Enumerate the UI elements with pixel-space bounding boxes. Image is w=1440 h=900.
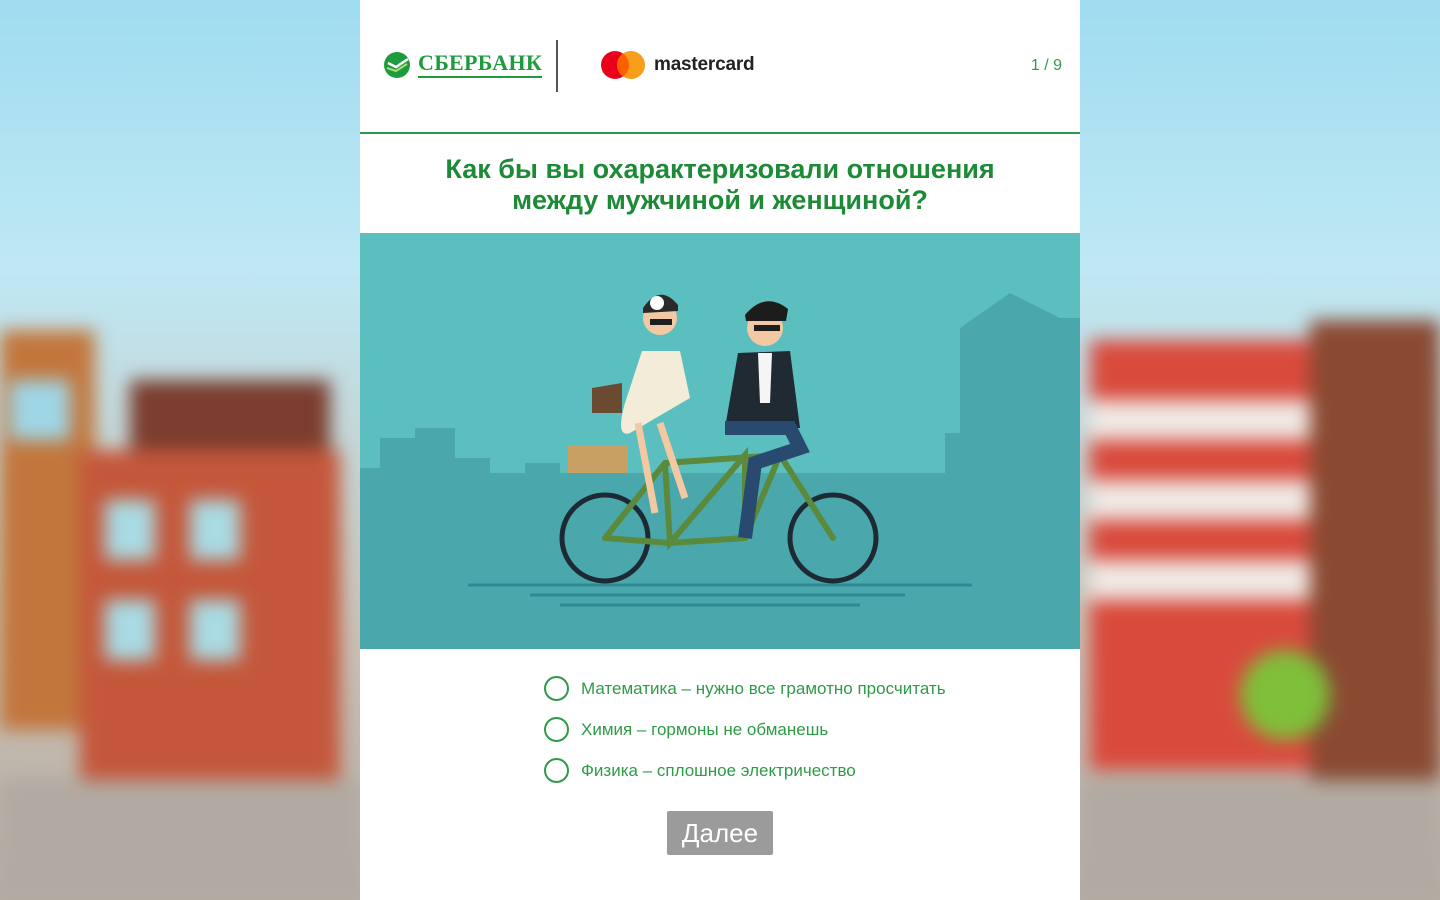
radio-button-icon[interactable] bbox=[544, 758, 569, 783]
question-line-2: между мужчиной и женщиной? bbox=[512, 185, 928, 215]
answer-options: Математика – нужно все грамотно просчита… bbox=[544, 668, 946, 791]
question-counter: 1 / 9 bbox=[1030, 57, 1062, 74]
logo-divider bbox=[556, 40, 558, 92]
header: СБЕРБАНК mastercard 1 / 9 bbox=[360, 0, 1080, 134]
radio-button-icon[interactable] bbox=[544, 676, 569, 701]
quiz-card: СБЕРБАНК mastercard 1 / 9 Как бы вы охар… bbox=[360, 0, 1080, 900]
sberbank-logo: СБЕРБАНК bbox=[382, 50, 543, 80]
answer-option-2[interactable]: Химия – гормоны не обманешь bbox=[544, 709, 946, 750]
answer-option-1[interactable]: Математика – нужно все грамотно просчита… bbox=[544, 668, 946, 709]
bike-basket bbox=[568, 445, 628, 473]
answer-option-label: Математика – нужно все грамотно просчита… bbox=[581, 678, 946, 698]
question-line-1: Как бы вы охарактеризовали отношения bbox=[445, 154, 995, 184]
illustration-tandem-bike bbox=[360, 233, 1080, 649]
answer-option-label: Физика – сплошное электричество bbox=[581, 760, 856, 780]
answer-option-3[interactable]: Физика – сплошное электричество bbox=[544, 750, 946, 791]
question-title: Как бы вы охарактеризовали отношения меж… bbox=[360, 154, 1080, 216]
next-button[interactable]: Далее bbox=[667, 811, 773, 855]
answer-option-label: Химия – гормоны не обманешь bbox=[581, 719, 829, 739]
sberbank-logo-text: СБЕРБАНК bbox=[418, 52, 543, 78]
sberbank-leaf-icon bbox=[384, 52, 410, 78]
mastercard-logo-text: mastercard bbox=[654, 54, 755, 75]
mastercard-circles-icon bbox=[601, 51, 645, 79]
mastercard-logo: mastercard bbox=[600, 50, 755, 80]
radio-button-icon[interactable] bbox=[544, 717, 569, 742]
